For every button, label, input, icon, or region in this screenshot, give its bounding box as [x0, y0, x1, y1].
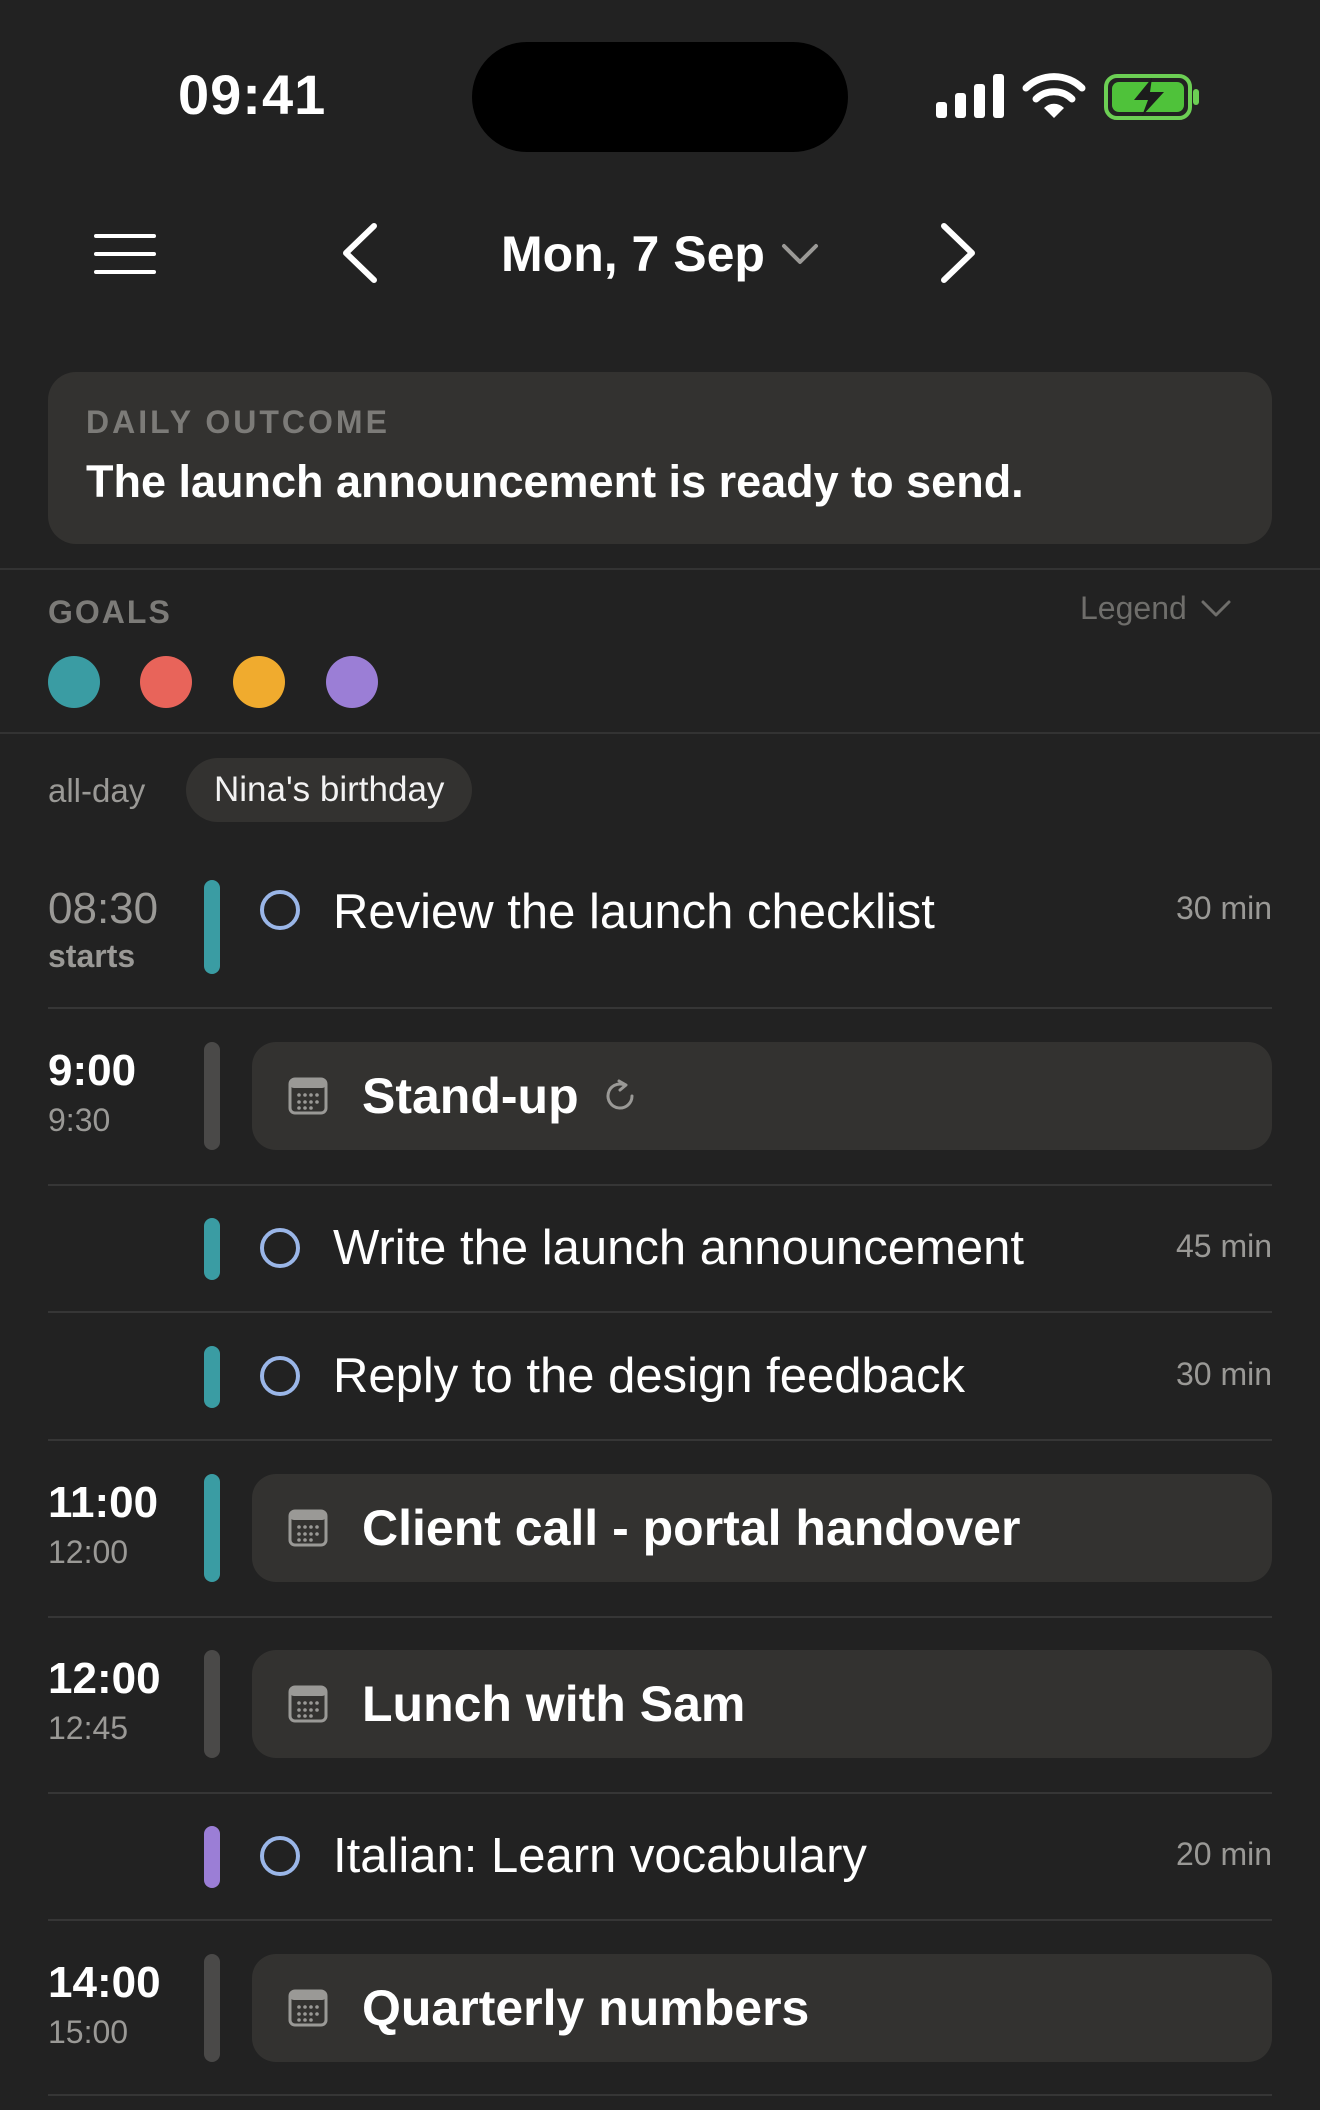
event-card[interactable]: Quarterly numbers	[252, 1954, 1272, 2062]
all-day-label: all-day	[48, 772, 146, 809]
task-start-time: 08:30	[48, 884, 159, 933]
calendar-icon	[288, 1989, 328, 2027]
task-checkbox[interactable]	[260, 1356, 300, 1396]
chevron-down-icon	[781, 244, 818, 264]
event-title: Lunch with Sam	[362, 1676, 746, 1732]
event-start-time: 14:00	[48, 1958, 161, 2007]
event-end-time: 15:00	[48, 2014, 129, 2050]
chevron-left-icon[interactable]	[336, 222, 382, 284]
event-card[interactable]: Lunch with Sam	[252, 1650, 1272, 1758]
goal-color-bar	[204, 1826, 220, 1888]
event-title: Quarterly numbers	[362, 1980, 810, 2036]
event-card[interactable]: Stand-up	[252, 1042, 1272, 1150]
task-duration: 30 min	[1175, 890, 1272, 926]
event-start-time: 12:00	[48, 1654, 161, 1703]
hamburger-menu-icon[interactable]	[94, 234, 156, 274]
chevron-down-icon	[1201, 600, 1231, 616]
wifi-icon	[1022, 73, 1086, 118]
daily-outcome-label: DAILY OUTCOME	[86, 404, 390, 440]
row-divider	[48, 1616, 1272, 1618]
row-divider	[48, 2094, 1272, 2096]
event-start-time: 9:00	[48, 1046, 137, 1095]
event-end-time: 9:30	[48, 1102, 111, 1138]
calendar-icon	[288, 1509, 328, 1547]
task-title[interactable]: Italian: Learn vocabulary	[333, 1828, 867, 1884]
event-end-time: 12:00	[48, 1534, 129, 1570]
task-start-label: starts	[48, 938, 136, 974]
row-divider	[48, 1919, 1272, 1921]
row-divider	[48, 1184, 1272, 1186]
current-date: Mon, 7 Sep	[501, 226, 765, 282]
task-checkbox[interactable]	[260, 1836, 300, 1876]
task-duration: 30 min	[1175, 1356, 1272, 1392]
task-title[interactable]: Review the launch checklist	[333, 884, 935, 940]
row-divider	[48, 1311, 1272, 1313]
row-divider	[48, 1792, 1272, 1794]
goal-color-bar	[204, 1346, 220, 1408]
status-time: 09:41	[178, 63, 327, 126]
legend-label: Legend	[1080, 590, 1187, 626]
goal-color-bar	[204, 1218, 220, 1280]
goal-dot-orange[interactable]	[233, 656, 285, 708]
task-duration: 20 min	[1175, 1836, 1272, 1872]
event-start-time: 11:00	[48, 1478, 159, 1527]
goal-color-bar	[204, 1474, 220, 1582]
row-divider	[48, 1439, 1272, 1441]
goal-dot-red[interactable]	[140, 656, 192, 708]
goals-label: GOALS	[48, 594, 172, 630]
event-card[interactable]: Client call - portal handover	[252, 1474, 1272, 1582]
goal-dot-teal[interactable]	[48, 656, 100, 708]
task-duration: 45 min	[1175, 1228, 1272, 1264]
event-color-bar	[204, 1650, 220, 1758]
daily-outcome-card[interactable]: DAILY OUTCOME The launch announcement is…	[48, 372, 1272, 544]
divider	[0, 568, 1320, 570]
all-day-event-chip[interactable]: Nina's birthday	[186, 758, 473, 822]
task-checkbox[interactable]	[260, 1228, 300, 1268]
task-title[interactable]: Reply to the design feedback	[333, 1348, 965, 1404]
event-end-time: 12:45	[48, 1710, 129, 1746]
event-color-bar	[204, 1954, 220, 2062]
repeat-icon	[606, 1079, 634, 1110]
event-title: Client call - portal handover	[362, 1500, 1021, 1556]
event-title: Stand-up	[362, 1068, 579, 1124]
daily-outcome-text: The launch announcement is ready to send…	[86, 456, 1024, 507]
task-title[interactable]: Write the launch announcement	[333, 1220, 1024, 1276]
chevron-right-icon[interactable]	[936, 222, 982, 284]
cellular-signal-icon	[936, 74, 1004, 118]
calendar-icon	[288, 1685, 328, 1723]
legend-toggle[interactable]: Legend	[1080, 590, 1231, 627]
row-divider	[48, 1007, 1272, 1009]
date-picker[interactable]: Mon, 7 Sep	[470, 222, 850, 286]
divider	[0, 732, 1320, 734]
battery-charging-icon	[1104, 74, 1199, 120]
calendar-icon	[288, 1077, 328, 1115]
goal-color-bar	[204, 880, 220, 974]
event-color-bar	[204, 1042, 220, 1150]
goal-dot-purple[interactable]	[326, 656, 378, 708]
task-checkbox[interactable]	[260, 890, 300, 930]
dynamic-island	[472, 42, 848, 152]
